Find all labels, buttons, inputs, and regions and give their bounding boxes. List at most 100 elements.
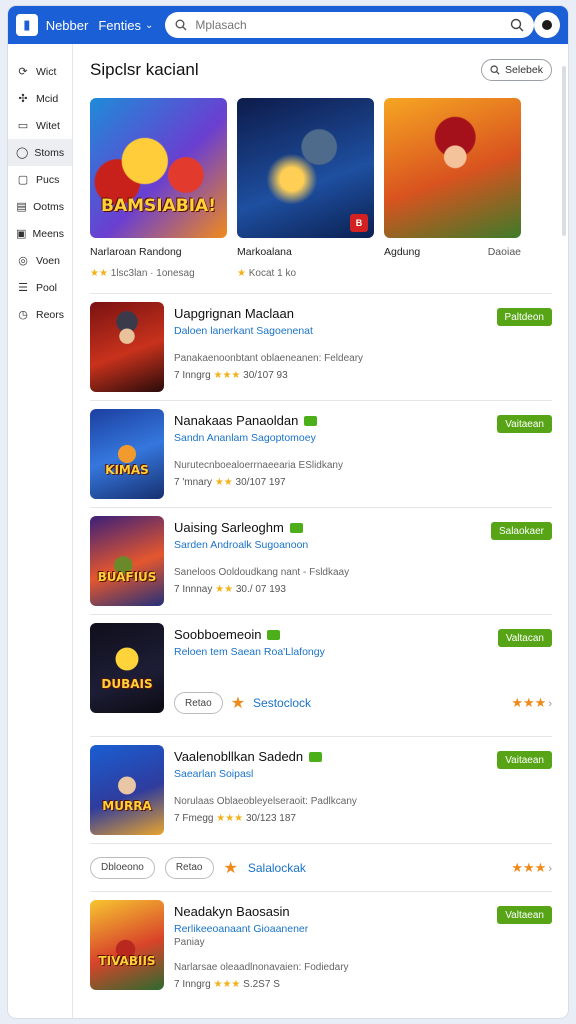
sidebar-item-label: Stoms bbox=[34, 146, 65, 159]
sidebar-item-2[interactable]: ▭ Witet bbox=[8, 112, 72, 139]
get-button[interactable]: Paltdeon bbox=[496, 308, 552, 326]
list-item[interactable]: BUAFIUS Uaising Sarleoghm Sarden Androal… bbox=[90, 508, 552, 615]
game-publisher[interactable]: Reloen tem Saean Roa'Llafongy bbox=[174, 646, 552, 658]
game-cover-image[interactable]: MURRA bbox=[90, 745, 164, 835]
chevron-right-icon[interactable]: › bbox=[548, 863, 552, 875]
globe-icon: ◎ bbox=[18, 255, 28, 267]
app-logo-icon[interactable]: ▮ bbox=[16, 14, 38, 36]
list-item[interactable]: TIVABIIS Neadakyn Baosasin Rerlikeeoanaa… bbox=[90, 892, 552, 1004]
cover-title: DUBAIS bbox=[101, 677, 153, 691]
game-category: Paniay bbox=[174, 937, 205, 948]
details-link[interactable]: Sestoclock bbox=[253, 696, 311, 710]
avatar[interactable] bbox=[534, 12, 560, 38]
rating-count: 30/107 197 bbox=[235, 477, 286, 488]
rating-stars: ★★ bbox=[90, 268, 108, 279]
sidebar-item-8[interactable]: ☰ Pool bbox=[8, 274, 72, 301]
publisher-badge-icon: B bbox=[350, 214, 368, 232]
sidebar-item-6[interactable]: ▣ Meens bbox=[8, 220, 72, 247]
game-cover-image[interactable] bbox=[90, 302, 164, 392]
game-info: Nanakaas Panaoldan Sandn Ananlam Sagopto… bbox=[174, 409, 552, 499]
sidebar-item-label: Voen bbox=[36, 254, 60, 267]
section-title: Sipclsr kacianl bbox=[90, 60, 199, 79]
verified-badge-icon bbox=[304, 415, 318, 426]
game-publisher[interactable]: Saearlan Soipasl bbox=[174, 768, 552, 780]
get-button[interactable]: Valtaean bbox=[497, 906, 552, 924]
sidebar-item-label: Ootms bbox=[33, 200, 64, 213]
featured-carousel: BAMSIABIA! Narlaroan Randong ★★ 1lsc3lan… bbox=[90, 98, 552, 279]
game-title: Neadakyn Baosasin bbox=[174, 904, 290, 919]
rating-count: 30/123 187 bbox=[245, 813, 296, 824]
account-search-icon[interactable] bbox=[510, 18, 524, 32]
sidebar-item-5[interactable]: ▤ Ootms bbox=[8, 193, 72, 220]
list-item[interactable]: MURRA Vaalenobllkan Sadedn Saearlan Soip… bbox=[90, 737, 552, 844]
category-dropdown[interactable]: Fenties ⌄ bbox=[98, 18, 153, 33]
sidebar-item-label: Reors bbox=[35, 308, 64, 321]
game-publisher[interactable]: Rerlikeeoanaant Gioaanener bbox=[174, 923, 552, 935]
cover-title: BUAFIUS bbox=[97, 570, 157, 584]
featured-card[interactable]: Agdung Daoiae bbox=[384, 98, 521, 279]
search-bar[interactable] bbox=[165, 12, 535, 38]
game-cover-image[interactable]: TIVABIIS bbox=[90, 900, 164, 990]
retry-pill[interactable]: Retao bbox=[174, 692, 223, 714]
star-icon: ★ bbox=[223, 859, 238, 877]
cover-title: MURRA bbox=[102, 799, 152, 813]
get-button[interactable]: Vaitaean bbox=[497, 751, 552, 769]
main-content: Sipclsr kacianl Selebek BAMSIABIA! Narla… bbox=[74, 44, 568, 1018]
sidebar-item-label: Witet bbox=[36, 119, 60, 132]
game-publisher[interactable]: Sandn Ananlam Sagoptomoey bbox=[174, 432, 552, 444]
get-button-label: Valtaean bbox=[505, 909, 544, 921]
game-info: Soobboemeoin Reloen tem Saean Roa'Llafon… bbox=[174, 623, 552, 728]
sidebar-item-4[interactable]: ▢ Pucs bbox=[8, 166, 72, 193]
download-pill[interactable]: Dbloeono bbox=[90, 856, 155, 879]
get-button[interactable]: Vaitaean bbox=[497, 415, 552, 433]
game-cover-image[interactable]: BUAFIUS bbox=[90, 516, 164, 606]
game-cover-image[interactable]: B bbox=[237, 98, 374, 238]
scrollbar[interactable] bbox=[562, 66, 566, 236]
search-input[interactable] bbox=[195, 18, 503, 32]
game-list: Uapgrignan Maclaan Daloen lanerkant Sago… bbox=[90, 293, 552, 1004]
rating-stars: ★★★ bbox=[213, 370, 241, 381]
rating-text: 1lsc3lan · 1onesag bbox=[110, 268, 195, 279]
game-cover-image[interactable]: DUBAIS bbox=[90, 623, 164, 713]
featured-card[interactable]: BAMSIABIA! Narlaroan Randong ★★ 1lsc3lan… bbox=[90, 98, 227, 279]
sidebar-item-3[interactable]: ◯ Stoms bbox=[8, 139, 72, 166]
game-cover-image[interactable] bbox=[384, 98, 521, 238]
game-publisher[interactable]: Sarden Androalk Sugoanoon bbox=[174, 539, 552, 551]
game-title: Agdung bbox=[384, 246, 421, 258]
app-window: ▮ Nebber Fenties ⌄ ⟳ Wict ✣ Mcid ▭ Witet ◯ Stom… bbox=[8, 6, 568, 1018]
list-item[interactable]: Uapgrignan Maclaan Daloen lanerkant Sago… bbox=[90, 294, 552, 401]
list-item[interactable]: DUBAIS Soobboemeoin Reloen tem Saean Roa… bbox=[90, 615, 552, 737]
verified-badge-icon bbox=[289, 522, 303, 533]
screen-icon: ▣ bbox=[16, 228, 27, 240]
details-link[interactable]: Salalockak bbox=[248, 861, 306, 875]
get-button[interactable]: Salaokaer bbox=[490, 522, 552, 540]
featured-card[interactable]: B Markoalana ★ Kocat 1 ko bbox=[237, 98, 374, 279]
game-info: Uapgrignan Maclaan Daloen lanerkant Sago… bbox=[174, 302, 552, 392]
age-rating: 7 Fmegg bbox=[174, 813, 214, 824]
rating-stars: ★★★ › bbox=[511, 860, 552, 876]
select-button-label: Selebek bbox=[505, 64, 543, 76]
select-button[interactable]: Selebek bbox=[481, 59, 552, 81]
game-title: Soobboemeoin bbox=[174, 627, 262, 642]
game-description: Panakaenoonbtant oblaeneanen: Feldeary bbox=[174, 353, 364, 364]
game-title: Uaising Sarleoghm bbox=[174, 520, 284, 535]
game-cover-image[interactable]: BAMSIABIA! bbox=[90, 98, 227, 238]
list-item[interactable]: KIMAS Nanakaas Panaoldan Sandn Ananlam S… bbox=[90, 401, 552, 508]
age-rating: 7 Inngrg bbox=[174, 979, 211, 990]
calendar-icon: ▢ bbox=[17, 174, 29, 186]
rating-count: 30/107 93 bbox=[243, 370, 288, 381]
game-publisher[interactable]: Daloen lanerkant Sagoenenat bbox=[174, 325, 552, 337]
sidebar-item-0[interactable]: ⟳ Wict bbox=[8, 58, 72, 85]
game-cover-image[interactable]: KIMAS bbox=[90, 409, 164, 499]
game-info: Neadakyn Baosasin Rerlikeeoanaant Gioaan… bbox=[174, 900, 552, 996]
chevron-down-icon: ⌄ bbox=[144, 19, 154, 31]
retry-pill[interactable]: Retao bbox=[164, 856, 214, 879]
game-title: Nanakaas Panaoldan bbox=[174, 413, 299, 428]
sidebar-item-1[interactable]: ✣ Mcid bbox=[8, 85, 72, 112]
sidebar-item-9[interactable]: ◷ Reors bbox=[8, 301, 72, 328]
sidebar-item-7[interactable]: ◎ Voen bbox=[8, 247, 72, 274]
rating-stars: ★ bbox=[237, 268, 246, 279]
chevron-right-icon[interactable]: › bbox=[548, 698, 552, 710]
get-button[interactable]: Valtacan bbox=[497, 629, 552, 647]
cover-title: BAMSIABIA! bbox=[101, 196, 216, 216]
